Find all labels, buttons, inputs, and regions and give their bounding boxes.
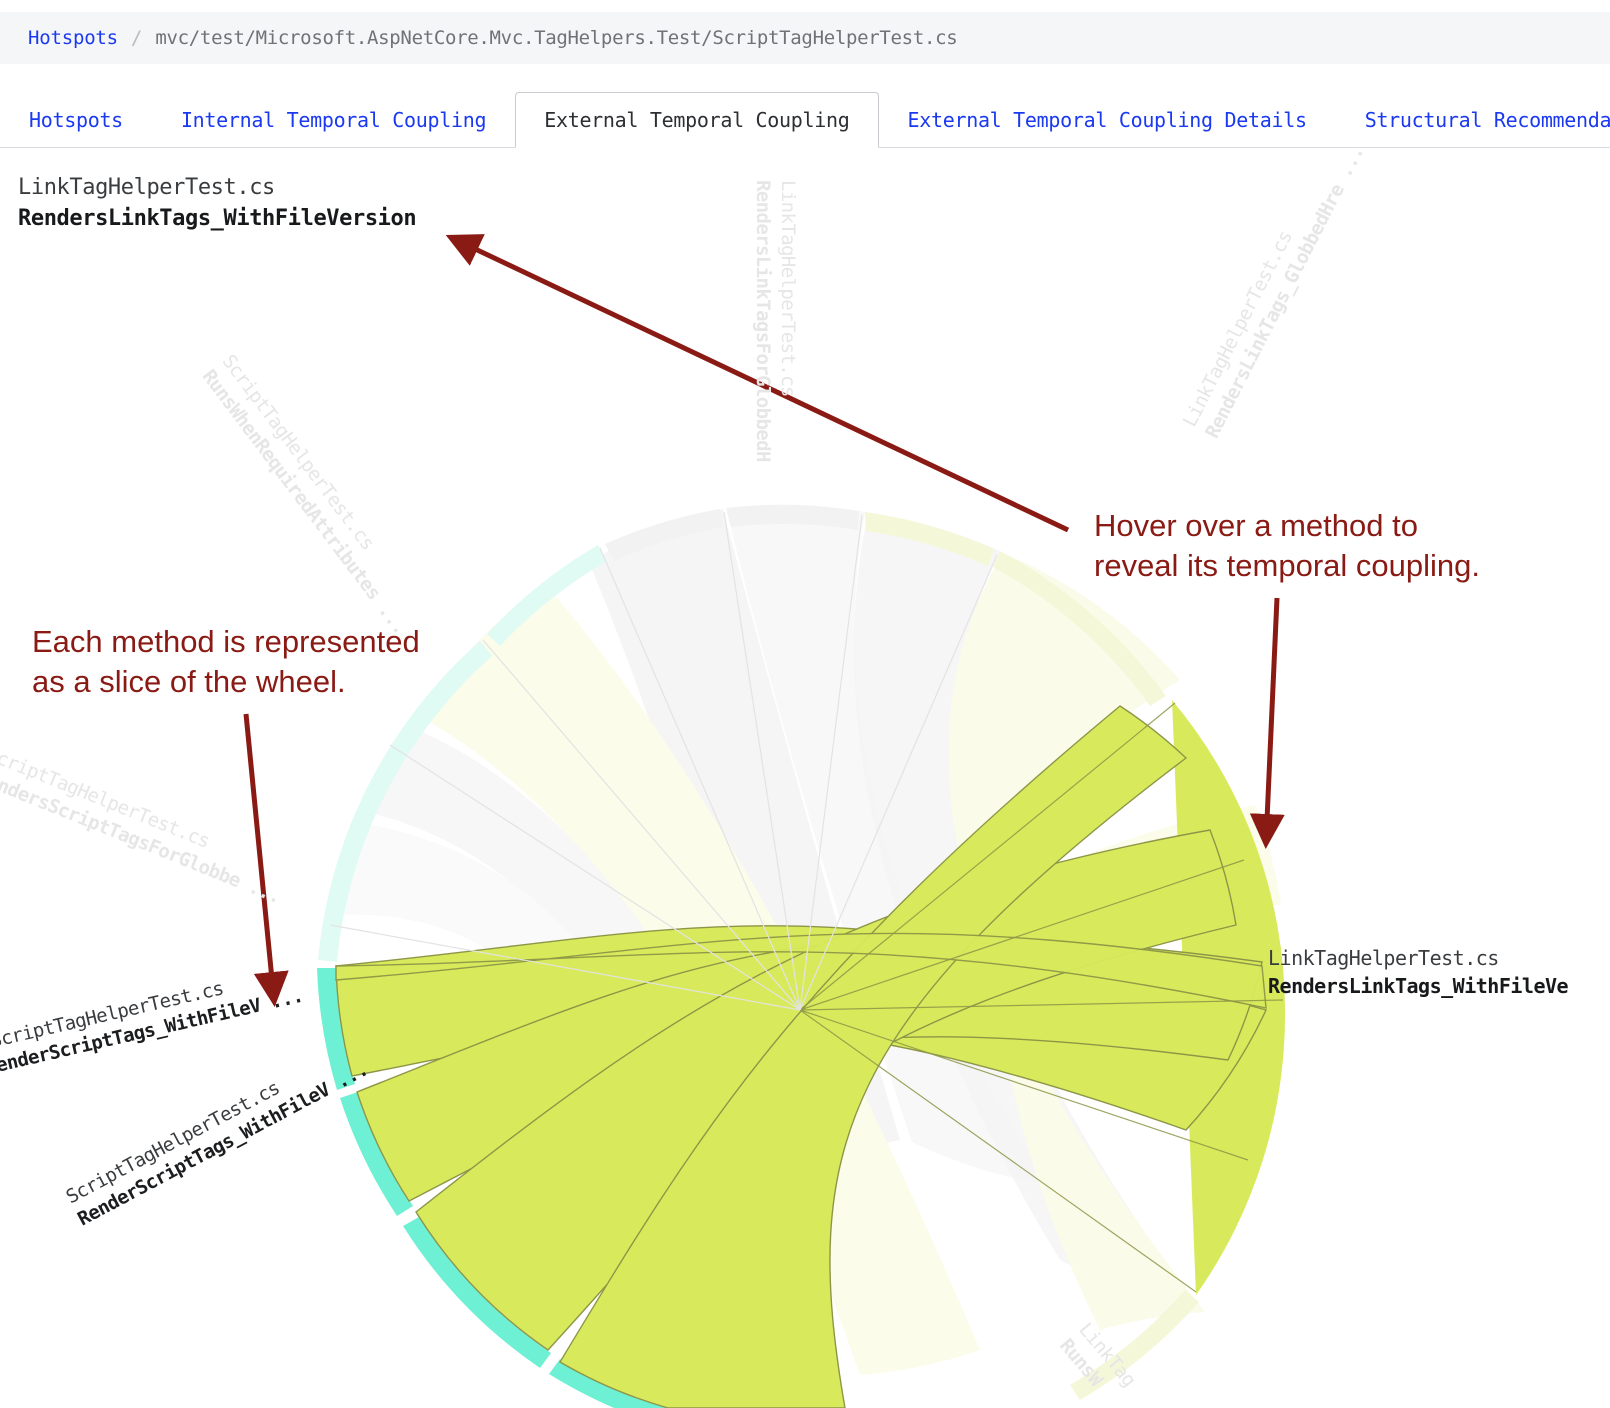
callout-hover-method: Hover over a method to reveal its tempor…	[1094, 508, 1480, 583]
spoke-label-file: ScriptTagHelperTest.cs	[62, 1076, 284, 1209]
tab-external-temporal-coupling-details[interactable]: External Temporal Coupling Details	[879, 92, 1336, 148]
spoke-label-method: RendersLinkTags_GlobbedHre ...	[1201, 142, 1369, 442]
tab-structural-recommendations[interactable]: Structural Recommendations	[1336, 92, 1610, 148]
spoke-label-file: LinkTagHelperTest.cs	[777, 180, 799, 397]
chord-group-faint	[333, 504, 1281, 1394]
tab-external-temporal-coupling[interactable]: External Temporal Coupling	[515, 92, 879, 148]
spoke-label-file: ScriptTagHelperTest.cs	[217, 350, 379, 555]
callout-each-method: Each method is represented as a slice of…	[32, 624, 420, 699]
spoke-label-method: RunsWhenRequiredAttributes ...	[197, 365, 411, 639]
spoke-label-method: RendersLinkTagsForGlobbedH	[751, 180, 774, 462]
hovered-method-name: RendersLinkTags_WithFileVersion	[18, 206, 417, 232]
hovered-method-file: LinkTagHelperTest.cs	[18, 175, 275, 200]
wheel-selected-node-label: LinkTagHelperTest.cs RendersLinkTags_Wit…	[1268, 944, 1569, 1001]
spoke-label-renders-link-tags-globbed-hre: LinkTagHelperTest.cs RendersLinkTags_Glo…	[1178, 130, 1370, 443]
hovered-method-label: LinkTagHelperTest.cs RendersLinkTags_Wit…	[18, 172, 417, 234]
spoke-label-render-script-tags-with-file-v-2[interactable]: ScriptTagHelperTest.cs RenderScriptTags_…	[62, 1035, 373, 1232]
spoke-label-render-script-tags-with-file-v-1[interactable]: ScriptTagHelperTest.cs enderScriptTags_W…	[0, 959, 306, 1079]
wheel-wedge-dividers	[799, 702, 1284, 1293]
spoke-label-renders-script-tags-for-globbe: ScriptTagHelperTest.cs RendersScriptTags…	[0, 742, 293, 910]
spoke-label-link-runsw: LinkTag RunsW	[1054, 1318, 1141, 1408]
arrow-to-wheel-right	[1249, 597, 1285, 849]
tab-hotspots[interactable]: Hotspots	[0, 92, 152, 148]
wheel-arc-ring[interactable]	[317, 504, 1286, 1408]
tab-internal-temporal-coupling[interactable]: Internal Temporal Coupling	[152, 92, 515, 148]
chord-group-highlighted[interactable]	[335, 705, 1267, 1408]
breadcrumb-link-hotspots[interactable]: Hotspots	[28, 27, 118, 49]
breadcrumb-separator: /	[130, 27, 143, 49]
spoke-label-method: RenderScriptTags_WithFileV ...	[74, 1058, 372, 1231]
wheel-selected-node-file: LinkTagHelperTest.cs	[1268, 946, 1499, 970]
wheel-wedge-dividers-faint	[329, 511, 998, 1011]
tab-strip: Hotspots Internal Temporal Coupling Exte…	[0, 92, 1610, 148]
spoke-label-renders-link-tags-for-globbed-h: LinkTagHelperTest.cs RendersLinkTagsForG…	[750, 180, 800, 462]
spoke-label-runs-when-required-attributes: ScriptTagHelperTest.cs RunsWhenRequiredA…	[196, 350, 432, 640]
wheel-selected-node-method: RendersLinkTags_WithFileVe	[1268, 974, 1569, 999]
breadcrumb-path: mvc/test/Microsoft.AspNetCore.Mvc.TagHel…	[155, 27, 958, 49]
breadcrumb: Hotspots / mvc/test/Microsoft.AspNetCore…	[0, 12, 1610, 64]
